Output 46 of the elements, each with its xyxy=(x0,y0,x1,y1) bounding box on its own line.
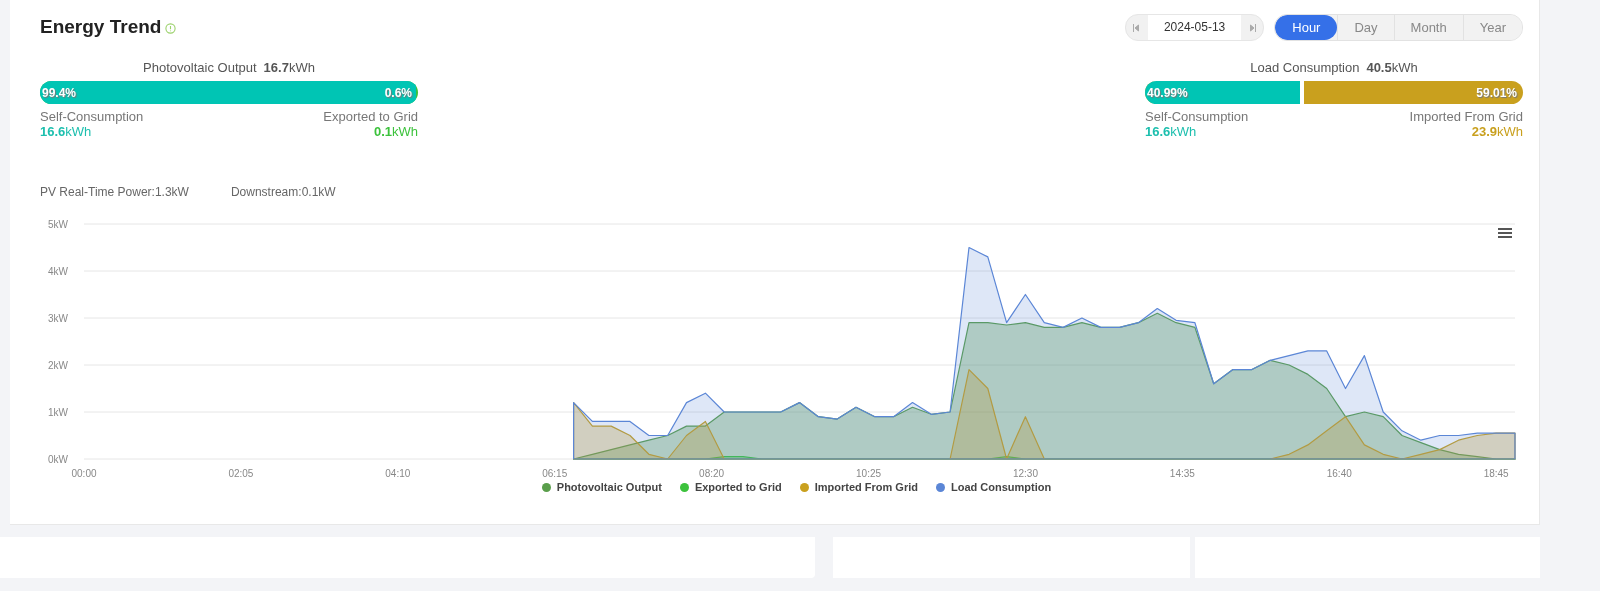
summary-label: Photovoltaic Output xyxy=(143,60,257,75)
y-axis-label: 2kW xyxy=(48,360,68,371)
y-axis-label: 3kW xyxy=(48,313,68,324)
x-axis-label: 18:45 xyxy=(1483,468,1509,479)
realtime-reading: Downstream:0.1kW xyxy=(230,185,336,199)
y-axis-label: 1kW xyxy=(48,407,68,418)
x-axis-label: 00:00 xyxy=(71,468,97,479)
percent-label: 99.4% xyxy=(42,86,77,100)
grid-value: 0.1kWh xyxy=(373,124,418,139)
percent-label: 40.99% xyxy=(1147,86,1188,100)
x-axis-label: 02:05 xyxy=(228,468,254,479)
self-consumption-label: Self-Consumption xyxy=(1145,109,1249,124)
realtime-reading: PV Real-Time Power:1.3kW xyxy=(40,185,189,199)
x-axis-label: 10:25 xyxy=(856,468,882,479)
grid-label: Exported to Grid xyxy=(323,109,418,124)
summary-value: 40.5kWh xyxy=(1366,60,1418,75)
x-axis-label: 06:15 xyxy=(542,468,568,479)
x-axis-label: 16:40 xyxy=(1326,468,1352,479)
grid-value: 23.9kWh xyxy=(1471,124,1523,139)
legend-label[interactable]: Load Consumption xyxy=(950,481,1052,493)
self-consumption-value: 16.6kWh xyxy=(40,124,93,139)
last-page-icon[interactable] xyxy=(1249,22,1258,33)
period-tab[interactable]: Hour xyxy=(1275,15,1338,40)
x-axis-label: 12:30 xyxy=(1012,468,1038,479)
x-axis-label: 14:35 xyxy=(1169,468,1195,479)
percent-label: 59.01% xyxy=(1476,86,1517,100)
summary-label: Load Consumption xyxy=(1250,60,1360,75)
summary-value: 16.7kWh xyxy=(263,60,315,75)
first-page-icon[interactable] xyxy=(1131,22,1140,33)
info-icon[interactable] xyxy=(165,23,177,34)
date-picker[interactable]: 2024-05-13 xyxy=(1124,14,1265,41)
y-axis-label: 0kW xyxy=(48,454,68,465)
percent-label: 0.6% xyxy=(384,86,412,100)
self-consumption-value: 16.6kWh xyxy=(1145,124,1198,139)
legend-label[interactable]: Exported to Grid xyxy=(694,481,782,493)
section-title: Energy Trend xyxy=(40,16,162,38)
grid-label: Imported From Grid xyxy=(1409,109,1523,124)
y-axis-label: 4kW xyxy=(48,266,68,277)
y-axis-label: 5kW xyxy=(48,219,68,230)
self-consumption-label: Self-Consumption xyxy=(40,109,144,124)
x-axis-label: 08:20 xyxy=(699,468,725,479)
menu-icon[interactable] xyxy=(1498,228,1512,238)
x-axis-label: 04:10 xyxy=(385,468,411,479)
legend-label[interactable]: Photovoltaic Output xyxy=(556,481,662,493)
date-value: 2024-05-13 xyxy=(1147,15,1242,40)
legend-label[interactable]: Imported From Grid xyxy=(814,481,918,493)
